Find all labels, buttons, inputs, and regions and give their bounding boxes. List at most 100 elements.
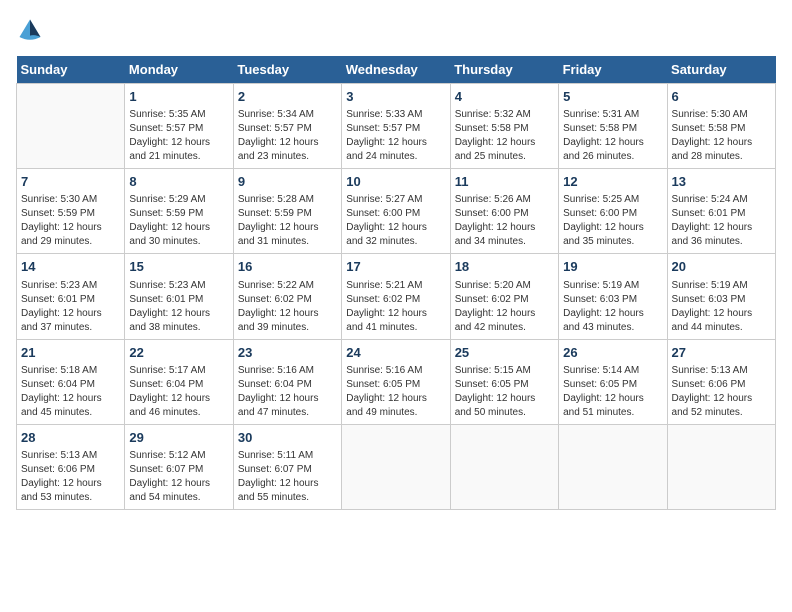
day-info: Sunrise: 5:19 AM Sunset: 6:03 PM Dayligh… — [563, 279, 662, 335]
day-info: Sunrise: 5:30 AM Sunset: 5:58 PM Dayligh… — [672, 108, 771, 164]
calendar-cell: 4 Sunrise: 5:32 AM Sunset: 5:58 PM Daylig… — [450, 84, 558, 169]
day-info: Sunrise: 5:29 AM Sunset: 5:59 PM Dayligh… — [129, 193, 228, 249]
day-info: Sunrise: 5:32 AM Sunset: 5:58 PM Dayligh… — [455, 108, 554, 164]
calendar-cell — [450, 424, 558, 509]
page-header — [16, 16, 776, 44]
day-number: 1 — [129, 88, 228, 106]
column-header-thursday: Thursday — [450, 56, 558, 84]
day-number: 2 — [238, 88, 337, 106]
day-info: Sunrise: 5:16 AM Sunset: 6:04 PM Dayligh… — [238, 364, 337, 420]
calendar-cell: 12 Sunrise: 5:25 AM Sunset: 6:00 PM Dayli… — [559, 169, 667, 254]
day-info: Sunrise: 5:14 AM Sunset: 6:05 PM Dayligh… — [563, 364, 662, 420]
day-number: 23 — [238, 344, 337, 362]
column-header-friday: Friday — [559, 56, 667, 84]
day-number: 30 — [238, 429, 337, 447]
calendar-cell: 14Sunrise: 5:23 AM Sunset: 6:01 PM Dayli… — [17, 254, 125, 339]
day-number: 10 — [346, 173, 445, 191]
day-number: 7 — [21, 173, 120, 191]
day-info: Sunrise: 5:34 AM Sunset: 5:57 PM Dayligh… — [238, 108, 337, 164]
calendar-cell: 7 Sunrise: 5:30 AM Sunset: 5:59 PM Daylig… — [17, 169, 125, 254]
calendar-cell: 26 Sunrise: 5:14 AM Sunset: 6:05 PM Dayli… — [559, 339, 667, 424]
day-info: Sunrise: 5:13 AM Sunset: 6:06 PM Dayligh… — [21, 449, 120, 505]
calendar-cell: 10 Sunrise: 5:27 AM Sunset: 6:00 PM Dayli… — [342, 169, 450, 254]
day-info: Sunrise: 5:35 AM Sunset: 5:57 PM Dayligh… — [129, 108, 228, 164]
calendar-cell: 6 Sunrise: 5:30 AM Sunset: 5:58 PM Daylig… — [667, 84, 775, 169]
week-row-3: 14Sunrise: 5:23 AM Sunset: 6:01 PM Dayli… — [17, 254, 776, 339]
day-number: 9 — [238, 173, 337, 191]
calendar-cell: 16 Sunrise: 5:22 AM Sunset: 6:02 PM Dayli… — [233, 254, 341, 339]
day-number: 3 — [346, 88, 445, 106]
calendar-cell: 1 Sunrise: 5:35 AM Sunset: 5:57 PM Daylig… — [125, 84, 233, 169]
day-info: Sunrise: 5:19 AM Sunset: 6:03 PM Dayligh… — [672, 279, 771, 335]
calendar-cell: 22Sunrise: 5:17 AM Sunset: 6:04 PM Dayli… — [125, 339, 233, 424]
column-header-wednesday: Wednesday — [342, 56, 450, 84]
day-number: 17 — [346, 258, 445, 276]
day-number: 12 — [563, 173, 662, 191]
day-info: Sunrise: 5:15 AM Sunset: 6:05 PM Dayligh… — [455, 364, 554, 420]
day-number: 25 — [455, 344, 554, 362]
day-info: Sunrise: 5:11 AM Sunset: 6:07 PM Dayligh… — [238, 449, 337, 505]
day-info: Sunrise: 5:30 AM Sunset: 5:59 PM Dayligh… — [21, 193, 120, 249]
day-info: Sunrise: 5:27 AM Sunset: 6:00 PM Dayligh… — [346, 193, 445, 249]
calendar-cell — [17, 84, 125, 169]
column-header-monday: Monday — [125, 56, 233, 84]
calendar-cell: 8 Sunrise: 5:29 AM Sunset: 5:59 PM Daylig… — [125, 169, 233, 254]
column-header-sunday: Sunday — [17, 56, 125, 84]
day-number: 4 — [455, 88, 554, 106]
day-number: 8 — [129, 173, 228, 191]
day-number: 29 — [129, 429, 228, 447]
calendar-cell: 18 Sunrise: 5:20 AM Sunset: 6:02 PM Dayli… — [450, 254, 558, 339]
calendar-cell: 23 Sunrise: 5:16 AM Sunset: 6:04 PM Dayli… — [233, 339, 341, 424]
column-header-tuesday: Tuesday — [233, 56, 341, 84]
column-header-saturday: Saturday — [667, 56, 775, 84]
day-number: 13 — [672, 173, 771, 191]
calendar-cell: 9 Sunrise: 5:28 AM Sunset: 5:59 PM Daylig… — [233, 169, 341, 254]
calendar-cell — [667, 424, 775, 509]
calendar-cell: 25 Sunrise: 5:15 AM Sunset: 6:05 PM Dayli… — [450, 339, 558, 424]
day-info: Sunrise: 5:23 AM Sunset: 6:01 PM Dayligh… — [21, 279, 120, 335]
day-number: 28 — [21, 429, 120, 447]
calendar-cell: 19 Sunrise: 5:19 AM Sunset: 6:03 PM Dayli… — [559, 254, 667, 339]
calendar-cell: 20Sunrise: 5:19 AM Sunset: 6:03 PM Dayli… — [667, 254, 775, 339]
day-number: 21 — [21, 344, 120, 362]
day-info: Sunrise: 5:16 AM Sunset: 6:05 PM Dayligh… — [346, 364, 445, 420]
day-number: 11 — [455, 173, 554, 191]
day-info: Sunrise: 5:18 AM Sunset: 6:04 PM Dayligh… — [21, 364, 120, 420]
week-row-2: 7 Sunrise: 5:30 AM Sunset: 5:59 PM Daylig… — [17, 169, 776, 254]
day-number: 18 — [455, 258, 554, 276]
calendar-cell: 3 Sunrise: 5:33 AM Sunset: 5:57 PM Daylig… — [342, 84, 450, 169]
calendar-cell: 5 Sunrise: 5:31 AM Sunset: 5:58 PM Daylig… — [559, 84, 667, 169]
day-number: 26 — [563, 344, 662, 362]
week-row-5: 28 Sunrise: 5:13 AM Sunset: 6:06 PM Dayli… — [17, 424, 776, 509]
day-info: Sunrise: 5:12 AM Sunset: 6:07 PM Dayligh… — [129, 449, 228, 505]
day-info: Sunrise: 5:24 AM Sunset: 6:01 PM Dayligh… — [672, 193, 771, 249]
calendar-cell — [559, 424, 667, 509]
day-info: Sunrise: 5:26 AM Sunset: 6:00 PM Dayligh… — [455, 193, 554, 249]
week-row-1: 1 Sunrise: 5:35 AM Sunset: 5:57 PM Daylig… — [17, 84, 776, 169]
day-info: Sunrise: 5:25 AM Sunset: 6:00 PM Dayligh… — [563, 193, 662, 249]
day-info: Sunrise: 5:23 AM Sunset: 6:01 PM Dayligh… — [129, 279, 228, 335]
calendar-cell: 15 Sunrise: 5:23 AM Sunset: 6:01 PM Dayli… — [125, 254, 233, 339]
day-number: 19 — [563, 258, 662, 276]
calendar-cell: 24 Sunrise: 5:16 AM Sunset: 6:05 PM Dayli… — [342, 339, 450, 424]
day-number: 6 — [672, 88, 771, 106]
day-number: 16 — [238, 258, 337, 276]
day-info: Sunrise: 5:33 AM Sunset: 5:57 PM Dayligh… — [346, 108, 445, 164]
day-info: Sunrise: 5:28 AM Sunset: 5:59 PM Dayligh… — [238, 193, 337, 249]
day-info: Sunrise: 5:17 AM Sunset: 6:04 PM Dayligh… — [129, 364, 228, 420]
logo-icon — [16, 16, 44, 44]
calendar-cell: 21 Sunrise: 5:18 AM Sunset: 6:04 PM Dayli… — [17, 339, 125, 424]
day-info: Sunrise: 5:22 AM Sunset: 6:02 PM Dayligh… — [238, 279, 337, 335]
day-info: Sunrise: 5:21 AM Sunset: 6:02 PM Dayligh… — [346, 279, 445, 335]
calendar-cell: 27Sunrise: 5:13 AM Sunset: 6:06 PM Dayli… — [667, 339, 775, 424]
day-number: 5 — [563, 88, 662, 106]
logo — [16, 16, 46, 44]
day-number: 15 — [129, 258, 228, 276]
calendar-cell: 28 Sunrise: 5:13 AM Sunset: 6:06 PM Dayli… — [17, 424, 125, 509]
day-number: 24 — [346, 344, 445, 362]
day-info: Sunrise: 5:31 AM Sunset: 5:58 PM Dayligh… — [563, 108, 662, 164]
day-info: Sunrise: 5:20 AM Sunset: 6:02 PM Dayligh… — [455, 279, 554, 335]
calendar-cell: 29 Sunrise: 5:12 AM Sunset: 6:07 PM Dayli… — [125, 424, 233, 509]
calendar-cell: 30 Sunrise: 5:11 AM Sunset: 6:07 PM Dayli… — [233, 424, 341, 509]
calendar-cell: 11 Sunrise: 5:26 AM Sunset: 6:00 PM Dayli… — [450, 169, 558, 254]
